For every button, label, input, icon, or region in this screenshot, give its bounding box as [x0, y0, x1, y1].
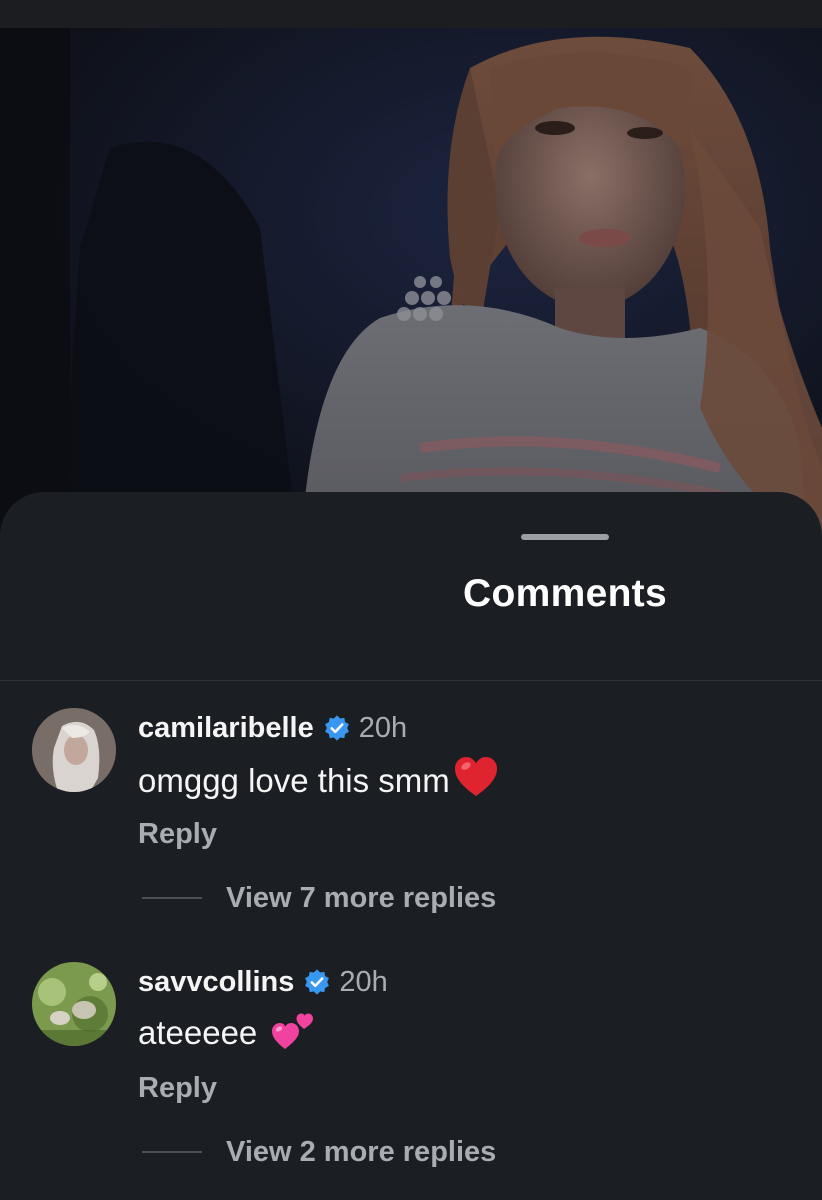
- video-preview[interactable]: [0, 0, 822, 560]
- timestamp: 20h: [358, 711, 408, 744]
- replies-line: [142, 897, 202, 899]
- status-strip: [0, 0, 822, 28]
- verified-badge-icon: [324, 715, 349, 741]
- video-frame[interactable]: [0, 28, 822, 560]
- comments-sheet: Comments camilaribelle 20h omggg love th…: [0, 492, 822, 1200]
- video-image: [0, 28, 822, 560]
- comment-header: savvcollins 20h: [138, 964, 388, 1000]
- red-heart-icon: [454, 756, 498, 806]
- verified-badge-icon: [305, 969, 330, 995]
- username[interactable]: savvcollins: [138, 966, 294, 999]
- view-replies-button[interactable]: View 2 more replies: [142, 1134, 496, 1170]
- sheet-title: Comments: [463, 572, 667, 615]
- username[interactable]: camilaribelle: [138, 712, 314, 745]
- reply-button[interactable]: Reply: [138, 818, 217, 851]
- screen: Comments camilaribelle 20h omggg love th…: [0, 0, 822, 1200]
- sheet-drag-handle[interactable]: [521, 534, 609, 540]
- reply-button[interactable]: Reply: [138, 1072, 217, 1105]
- avatar[interactable]: [32, 962, 116, 1046]
- comment-text: ateeeee: [138, 1014, 258, 1051]
- two-hearts-icon: [271, 1007, 315, 1059]
- view-replies-button[interactable]: View 7 more replies: [142, 880, 496, 916]
- comment-text: omggg love this smm: [138, 762, 450, 799]
- view-replies-label: View 7 more replies: [226, 881, 497, 914]
- timestamp: 20h: [339, 965, 388, 998]
- avatar[interactable]: [32, 708, 116, 792]
- view-replies-label: View 2 more replies: [226, 1135, 497, 1168]
- divider: [0, 680, 822, 681]
- comment-body: omggg love this smm: [138, 756, 498, 806]
- replies-line: [142, 1151, 202, 1153]
- comment-header: camilaribelle 20h: [138, 710, 407, 746]
- comment-body: ateeeee: [138, 1010, 315, 1056]
